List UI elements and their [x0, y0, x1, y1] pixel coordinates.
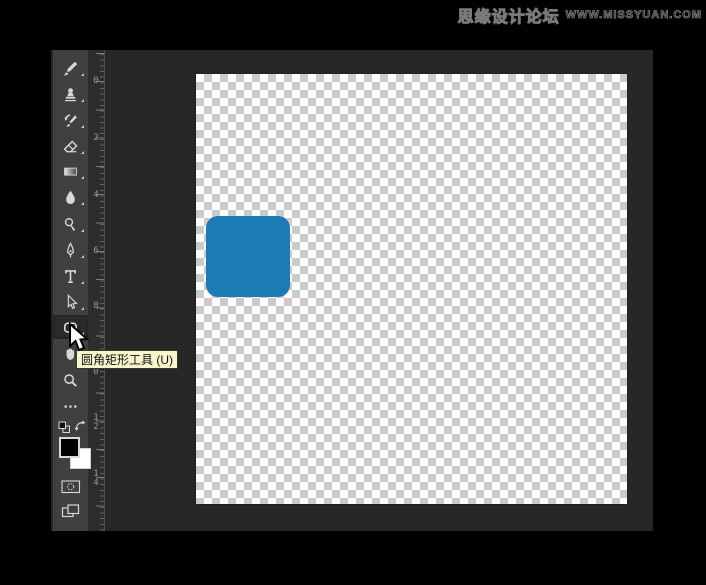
- foreground-color-swatch[interactable]: [59, 437, 80, 458]
- blur-drop-icon: [62, 189, 79, 206]
- zoom-tool-button[interactable]: [53, 368, 88, 392]
- screen-mode-icon: [61, 503, 80, 520]
- gradient-icon: [62, 163, 79, 180]
- clone-stamp-icon: [62, 86, 79, 103]
- blur-tool-button[interactable]: [53, 185, 88, 209]
- ruler-major-ticks: [96, 50, 104, 531]
- path-selection-icon: [62, 294, 79, 311]
- ruler-label-8: 8: [92, 302, 100, 311]
- quick-mask-icon: [61, 478, 81, 495]
- default-colors-icon: [58, 421, 71, 434]
- document-canvas[interactable]: [196, 74, 627, 504]
- brush-icon: [62, 60, 79, 77]
- type-tool-button[interactable]: [53, 264, 88, 288]
- swap-colors-button[interactable]: [74, 420, 88, 438]
- workspace: 0 2 4 6 8 10 12 14 圆角矩形工具 (U): [51, 50, 653, 531]
- edit-toolbar-button[interactable]: [53, 394, 88, 418]
- swap-colors-icon: [74, 420, 88, 433]
- tools-panel: [53, 50, 88, 531]
- watermark: 思缘设计论坛 WWW.MISSYUAN.COM: [458, 3, 702, 27]
- path-selection-tool-button[interactable]: [53, 290, 88, 314]
- watermark-site-url: WWW.MISSYUAN.COM: [566, 9, 702, 21]
- gradient-tool-button[interactable]: [53, 159, 88, 183]
- ruler-label-6: 6: [92, 247, 100, 256]
- ruler-label-4: 4: [92, 191, 100, 200]
- mouse-cursor-icon: [66, 322, 92, 356]
- history-brush-icon: [62, 112, 79, 129]
- dodge-tool-button[interactable]: [53, 212, 88, 236]
- eraser-tool-button[interactable]: [53, 134, 88, 158]
- drawn-rounded-rectangle-shape[interactable]: [206, 216, 290, 297]
- watermark-site-name: 思缘设计论坛: [458, 3, 560, 27]
- tooltip-text: 圆角矩形工具 (U): [81, 351, 173, 368]
- screen-mode-button[interactable]: [61, 503, 80, 525]
- dodge-icon: [62, 216, 79, 233]
- eraser-icon: [62, 138, 79, 155]
- pen-tool-button[interactable]: [53, 238, 88, 262]
- clone-stamp-tool-button[interactable]: [53, 82, 88, 106]
- type-icon: [62, 268, 79, 285]
- zoom-icon: [62, 372, 79, 389]
- history-brush-tool-button[interactable]: [53, 108, 88, 132]
- shape-rect[interactable]: [206, 216, 290, 297]
- quick-mask-button[interactable]: [61, 478, 81, 500]
- photoshop-screenshot: 思缘设计论坛 WWW.MISSYUAN.COM: [0, 0, 706, 585]
- ruler-label-2: 2: [92, 134, 100, 143]
- ruler-label-12: 12: [92, 414, 100, 432]
- brush-tool-button[interactable]: [53, 56, 88, 80]
- pen-icon: [62, 242, 79, 259]
- ruler-label-14: 14: [92, 470, 100, 488]
- ruler-label-0: 0: [92, 77, 100, 86]
- ellipsis-icon: [62, 398, 79, 415]
